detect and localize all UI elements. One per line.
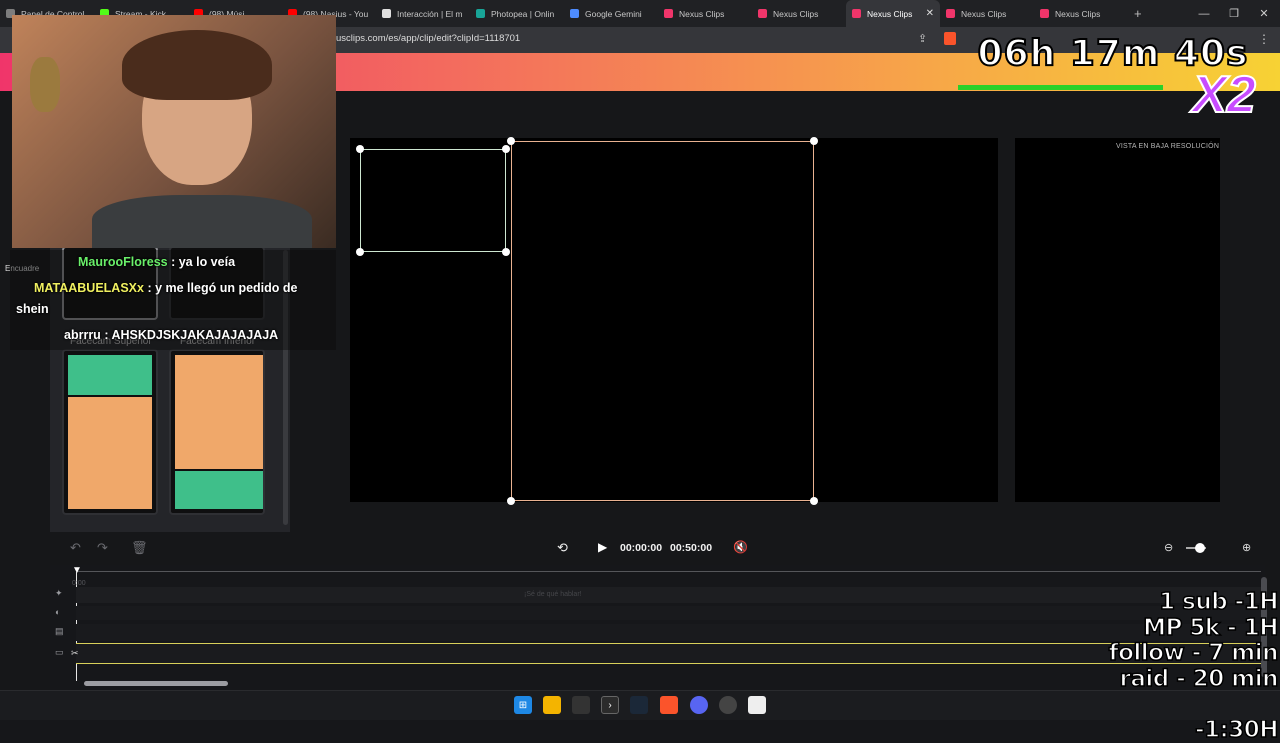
terminal-icon[interactable]: ›	[601, 696, 619, 714]
main-crop-box[interactable]	[511, 141, 814, 501]
tab-photopea[interactable]: Photopea | Onlin	[470, 0, 564, 27]
redo-icon[interactable]: ↷	[97, 540, 108, 556]
resize-handle[interactable]	[507, 497, 515, 505]
total-time: 00:50:00	[670, 542, 713, 554]
preset-main-thumb	[68, 397, 152, 509]
goal-item: raid - 20 min	[1119, 665, 1280, 692]
share-icon[interactable]: ⇪	[918, 32, 927, 45]
goal-item: follow - 7 min	[1108, 640, 1279, 666]
stream-chat: MaurooFloress : ya lo veía MATAABUELASXx…	[10, 250, 336, 350]
subtitles-icon[interactable]: ▤	[55, 626, 64, 637]
zoom-out-icon[interactable]: ⊖	[1164, 541, 1173, 554]
facecam-crop-box[interactable]	[360, 149, 506, 252]
goal-item: MP 5k - 1H	[1142, 614, 1279, 641]
tab-interaccion[interactable]: Interacción | El m	[376, 0, 470, 27]
tab-favicon	[664, 9, 673, 18]
resize-handle[interactable]	[810, 497, 818, 505]
channel-logo: X2	[1191, 65, 1257, 125]
brave-shield-icon[interactable]	[944, 32, 956, 45]
close-tab-icon[interactable]: ✕	[926, 8, 934, 19]
start-menu-icon[interactable]: ⊞	[514, 696, 532, 714]
streamer-hair	[122, 30, 272, 100]
tab-favicon	[758, 9, 767, 18]
video-icon[interactable]: ▭	[55, 647, 64, 658]
chat-message: MaurooFloress : ya lo veía	[78, 255, 236, 269]
resize-handle[interactable]	[810, 137, 818, 145]
play-icon[interactable]: ▶	[598, 540, 607, 554]
timeline-start-label: 0:00	[72, 580, 86, 587]
preset-facecam-bottom[interactable]	[169, 349, 265, 515]
tab-nexus-clips[interactable]: Nexus Clips	[1034, 0, 1128, 27]
resize-handle[interactable]	[356, 248, 364, 256]
capcut-icon[interactable]	[748, 696, 766, 714]
delete-icon[interactable]: 🗑	[131, 540, 148, 556]
goal-item: 1 sub -1H	[1158, 589, 1279, 615]
preset-facecam-thumb	[175, 471, 263, 509]
minimize-window-button[interactable]: —	[1188, 0, 1220, 27]
current-time: 00:00:00	[620, 542, 663, 554]
tab-nexus-clips[interactable]: Nexus Clips	[752, 0, 846, 27]
tab-google-gemini[interactable]: Google Gemini	[564, 0, 658, 27]
magic-icon[interactable]: ✦	[55, 588, 63, 599]
chat-message: MATAABUELASXx : y me llegó un pedido de	[34, 281, 298, 295]
mute-icon[interactable]: 🔇	[733, 540, 748, 554]
new-tab-button[interactable]: +	[1128, 0, 1158, 27]
timeline-ruler	[76, 571, 1261, 572]
zoom-in-icon[interactable]: ⊕	[1242, 541, 1251, 554]
streamer-webcam	[12, 15, 336, 248]
url-text[interactable]: usclips.com/es/app/clip/edit?clipId=1118…	[336, 33, 520, 44]
undo-icon[interactable]: ↶	[70, 540, 81, 556]
restore-window-button[interactable]: ❐	[1218, 0, 1250, 27]
epic-games-icon[interactable]	[572, 696, 590, 714]
resize-handle[interactable]	[502, 248, 510, 256]
timeline-horizontal-scrollbar[interactable]	[84, 681, 228, 686]
tab-favicon	[852, 9, 861, 18]
tab-favicon	[476, 9, 485, 18]
tab-favicon	[382, 9, 391, 18]
preset-main-thumb	[175, 355, 263, 469]
steam-icon[interactable]	[630, 696, 648, 714]
streamer-shirt	[92, 195, 312, 248]
palette-icon[interactable]: ◐	[55, 607, 60, 617]
file-explorer-icon[interactable]	[543, 696, 561, 714]
tab-favicon	[570, 9, 579, 18]
stream-timer-progress	[958, 85, 1163, 90]
subtitle-hint: ¡Sé de qué hablar!	[524, 591, 582, 598]
tab-nexus-clips[interactable]: Nexus Clips	[940, 0, 1034, 27]
resize-handle[interactable]	[356, 145, 364, 153]
scissors-icon[interactable]: ✂	[71, 648, 79, 659]
tab-nexus-clips-active[interactable]: Nexus Clips ✕	[846, 0, 940, 27]
chat-message-continued: shein	[16, 302, 49, 316]
resize-handle[interactable]	[502, 145, 510, 153]
brave-browser-icon[interactable]	[660, 696, 678, 714]
preset-facecam-top[interactable]	[62, 349, 158, 515]
preset-facecam-thumb	[68, 355, 152, 395]
subathon-goals: 1 sub -1H MP 5k - 1H follow - 7 min raid…	[1078, 589, 1280, 743]
zoom-slider-handle[interactable]	[1195, 543, 1205, 553]
obs-icon[interactable]	[719, 696, 737, 714]
discord-icon[interactable]	[690, 696, 708, 714]
tab-favicon	[946, 9, 955, 18]
restart-icon[interactable]: ⟲	[557, 540, 568, 556]
resize-handle[interactable]	[507, 137, 515, 145]
tab-favicon	[1040, 9, 1049, 18]
output-preview	[1015, 138, 1220, 502]
chat-message: abrrru : AHSKDJSKJAKAJAJAJAJA	[64, 328, 279, 342]
close-window-button[interactable]: ✕	[1248, 0, 1280, 27]
tab-nexus-clips[interactable]: Nexus Clips	[658, 0, 752, 27]
low-res-label: VISTA EN BAJA RESOLUCIÓN	[1116, 143, 1220, 150]
pineapple-decor-icon	[30, 57, 60, 112]
